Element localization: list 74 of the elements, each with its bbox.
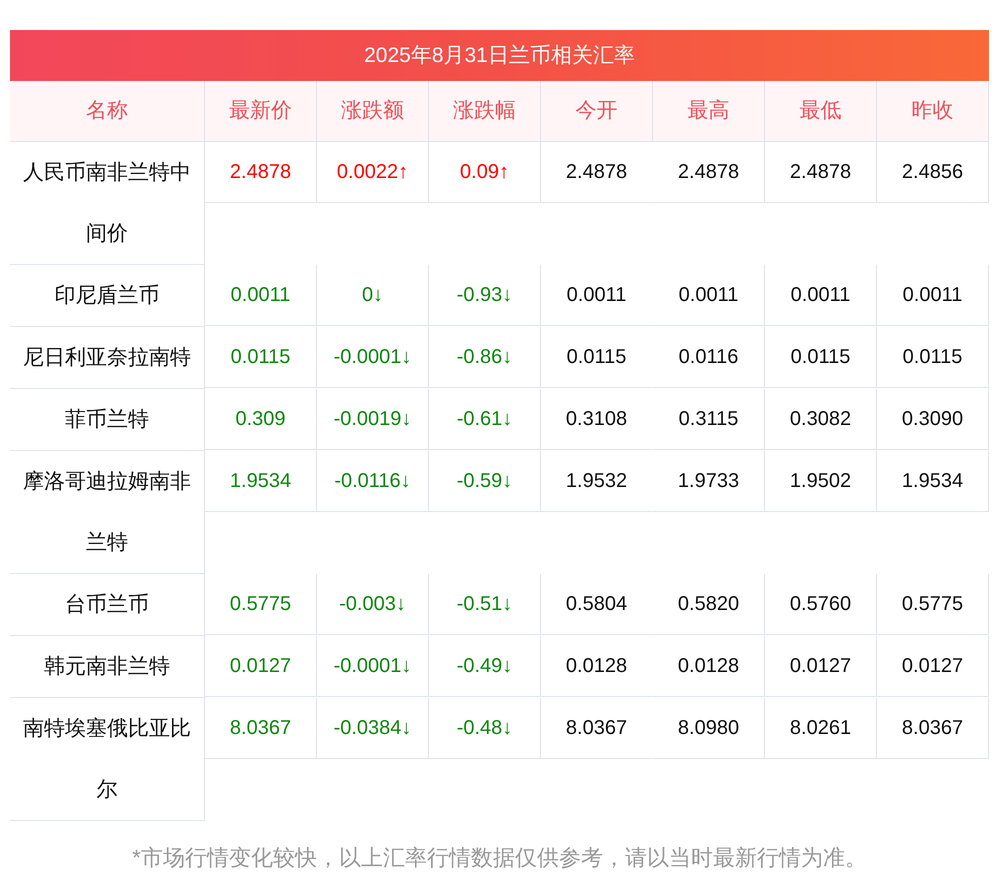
column-header: 涨跌额 xyxy=(317,81,429,142)
currency-name: 菲币兰特 xyxy=(10,389,205,451)
disclaimer-text: *市场行情变化较快，以上汇率行情数据仅供参考，请以当时最新行情为准。 xyxy=(131,844,868,872)
table-cell: -0.51↓ xyxy=(429,574,541,635)
table-cell: 0.0115 xyxy=(541,327,653,388)
table-cell: 0.0115 xyxy=(765,327,877,388)
table-cell: 0↓ xyxy=(317,265,429,326)
table-cell: 2.4878 xyxy=(541,142,653,203)
table-cell: 0.5775 xyxy=(877,574,989,635)
table-cell: 0.0011 xyxy=(205,265,317,326)
currency-name: 台币兰币 xyxy=(10,574,205,636)
table-cell: 1.9534 xyxy=(877,451,989,512)
table-title: 2025年8月31日兰币相关汇率 xyxy=(10,30,989,81)
table-cell: 0.3108 xyxy=(541,389,653,450)
currency-name: 摩洛哥迪拉姆南非兰特 xyxy=(10,451,205,574)
currency-name: 人民币南非兰特中间价 xyxy=(10,142,205,265)
table-cell: 8.0980 xyxy=(653,698,765,759)
table-cell: 8.0261 xyxy=(765,698,877,759)
table-cell: 0.0127 xyxy=(205,636,317,697)
table-cell: 8.0367 xyxy=(541,698,653,759)
currency-name: 南特埃塞俄比亚比尔 xyxy=(10,698,205,821)
table-cell: 0.3082 xyxy=(765,389,877,450)
table-cell: -0.0019↓ xyxy=(317,389,429,450)
table-cell: -0.003↓ xyxy=(317,574,429,635)
column-header: 涨跌幅 xyxy=(429,81,541,142)
table-cell: 0.0127 xyxy=(765,636,877,697)
table-cell: 0.0011 xyxy=(877,265,989,326)
table-cell: 0.309 xyxy=(205,389,317,450)
table-cell: 0.3090 xyxy=(877,389,989,450)
currency-name: 韩元南非兰特 xyxy=(10,636,205,698)
table-cell: 0.0128 xyxy=(653,636,765,697)
column-header: 最低 xyxy=(765,81,877,142)
table-cell: 0.0115 xyxy=(877,327,989,388)
table-cell: 0.5760 xyxy=(765,574,877,635)
table-cell: 0.0011 xyxy=(765,265,877,326)
table-cell: -0.86↓ xyxy=(429,327,541,388)
table-cell: 2.4878 xyxy=(653,142,765,203)
table-cell: -0.59↓ xyxy=(429,451,541,512)
table-cell: 0.0127 xyxy=(877,636,989,697)
table-cell: 0.3115 xyxy=(653,389,765,450)
table-cell: 1.9733 xyxy=(653,451,765,512)
table-cell: 0.0128 xyxy=(541,636,653,697)
column-header: 最高 xyxy=(653,81,765,142)
table-cell: -0.0001↓ xyxy=(317,327,429,388)
column-header: 昨收 xyxy=(877,81,989,142)
table-cell: -0.48↓ xyxy=(429,698,541,759)
table-cell: -0.61↓ xyxy=(429,389,541,450)
table-cell: 0.5775 xyxy=(205,574,317,635)
table-cell: 2.4856 xyxy=(877,142,989,203)
table-cell: 0.0115 xyxy=(205,327,317,388)
table-cell: -0.0001↓ xyxy=(317,636,429,697)
table-cell: 0.0011 xyxy=(541,265,653,326)
table-cell: 0.5820 xyxy=(653,574,765,635)
column-header: 今开 xyxy=(541,81,653,142)
table-cell: -0.49↓ xyxy=(429,636,541,697)
table-cell: -0.0384↓ xyxy=(317,698,429,759)
table-cell: -0.93↓ xyxy=(429,265,541,326)
currency-name: 印尼盾兰币 xyxy=(10,265,205,327)
table-cell: 1.9502 xyxy=(765,451,877,512)
table-cell: 0.0116 xyxy=(653,327,765,388)
table-cell: 0.0011 xyxy=(653,265,765,326)
table-cell: 8.0367 xyxy=(205,698,317,759)
column-header: 最新价 xyxy=(205,81,317,142)
currency-name: 尼日利亚奈拉南特 xyxy=(10,327,205,389)
table-cell: 8.0367 xyxy=(877,698,989,759)
table-cell: -0.0116↓ xyxy=(317,451,429,512)
table-cell: 0.5804 xyxy=(541,574,653,635)
table-cell: 2.4878 xyxy=(765,142,877,203)
table-cell: 1.9532 xyxy=(541,451,653,512)
column-header: 名称 xyxy=(10,81,205,142)
table-cell: 0.0022↑ xyxy=(317,142,429,203)
table-cell: 1.9534 xyxy=(205,451,317,512)
table-cell: 2.4878 xyxy=(205,142,317,203)
table-cell: 0.09↑ xyxy=(429,142,541,203)
